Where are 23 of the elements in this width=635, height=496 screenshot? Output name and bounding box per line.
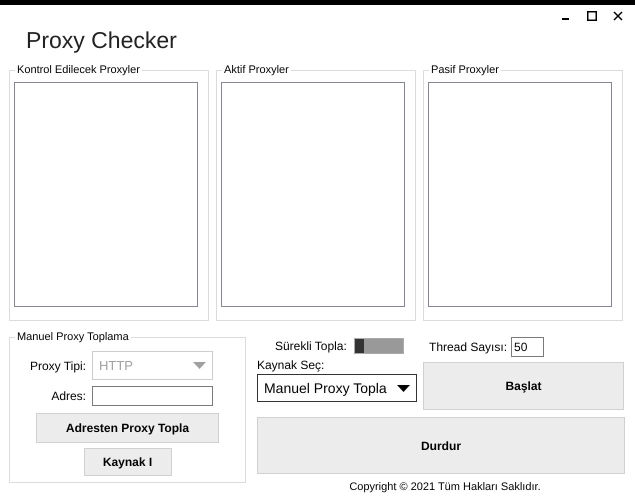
address-label: Adres:	[50, 388, 87, 405]
collect-from-address-button[interactable]: Adresten Proxy Topla	[36, 413, 219, 443]
group-label: Kontrol Edilecek Proxyler	[15, 63, 142, 77]
window-title: Proxy Checker	[26, 27, 177, 53]
source-select-label: Kaynak Seç:	[257, 358, 326, 372]
close-icon[interactable]	[613, 11, 623, 21]
stop-button[interactable]: Durdur	[257, 417, 625, 474]
address-field[interactable]	[92, 386, 213, 406]
caret-icon	[397, 384, 410, 392]
group-label: Aktif Proxyler	[222, 63, 291, 77]
group-label: Pasif Proxyler	[429, 63, 501, 77]
toggle-switch[interactable]	[354, 338, 404, 354]
source-dropdown[interactable]: Manuel Proxy Topla	[257, 374, 417, 402]
start-button[interactable]: Başlat	[423, 362, 624, 410]
thread-count-field[interactable]: 50	[511, 337, 544, 357]
group-label: Manuel Proxy Toplama	[15, 330, 131, 344]
continuous-collect-label: Sürekli Topla:	[275, 338, 347, 355]
thread-count-label: Thread Sayısı:	[429, 339, 508, 356]
proxy-type-label: Proxy Tipi:	[28, 358, 87, 374]
caret-icon	[193, 362, 206, 369]
maximize-icon[interactable]	[587, 11, 597, 21]
copyright-text: Copyright © 2021 Tüm Hakları Saklıdır.	[348, 480, 542, 495]
source-button[interactable]: Kaynak I	[84, 448, 172, 476]
